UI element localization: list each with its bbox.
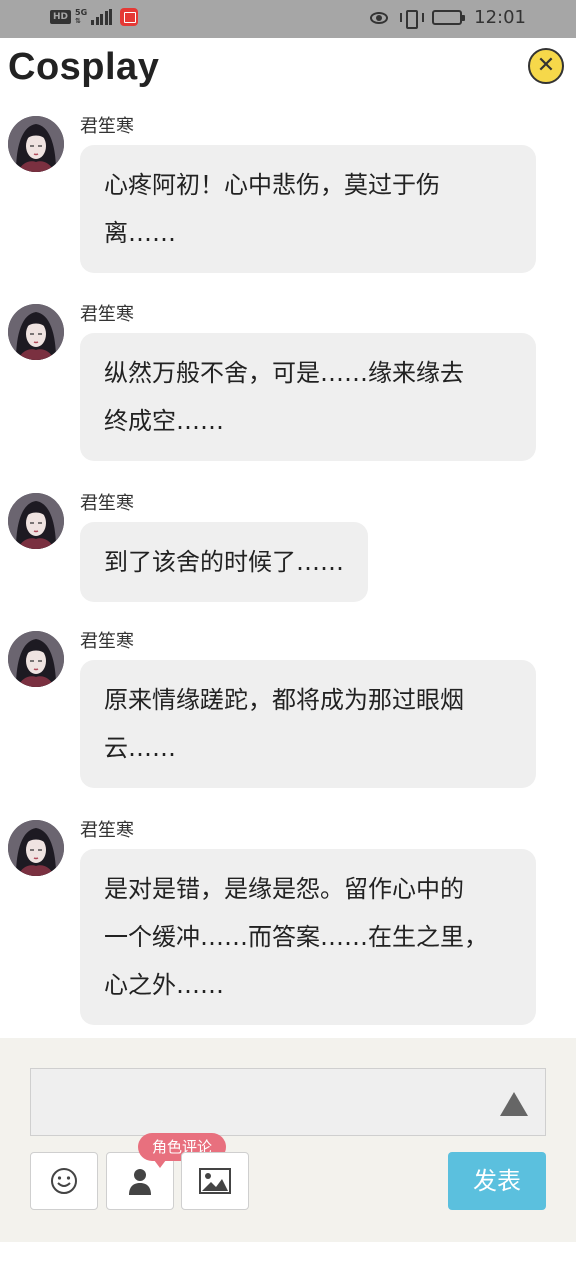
comment-composer: 角色评论 发表: [0, 1038, 576, 1242]
message-text: 是对是错，是缘是怨。留作心中的 一个缓冲……而答案……在生之里， 心之外……: [104, 875, 488, 999]
message-text: 纵然万般不舍，可是……缘来缘去 终成空……: [104, 359, 464, 435]
avatar[interactable]: [8, 304, 64, 360]
page-title: Cosplay: [8, 46, 160, 88]
status-right: 12:01: [370, 7, 526, 29]
battery-icon: [432, 10, 466, 25]
avatar[interactable]: [8, 116, 64, 172]
sender-name: 君笙寒: [80, 304, 134, 325]
sender-name: 君笙寒: [80, 820, 134, 841]
sender-name: 君笙寒: [80, 631, 134, 652]
signal-icon: [91, 9, 113, 25]
message-item: 君笙寒 是对是错，是缘是怨。留作心中的 一个缓冲……而答案……在生之里， 心之外…: [0, 804, 576, 1038]
sender-name: 君笙寒: [80, 116, 134, 137]
avatar[interactable]: [8, 820, 64, 876]
status-bar: HD 5G ⇅ 12:01: [0, 0, 576, 38]
bottom-area: [0, 1242, 576, 1280]
close-button[interactable]: ✕: [528, 48, 564, 84]
network-arrows-icon: ⇅: [75, 17, 81, 25]
message-text: 原来情缘蹉跎，都将成为那过眼烟 云……: [104, 686, 464, 762]
smiley-icon: [51, 1168, 77, 1194]
header: Cosplay ✕: [0, 38, 576, 100]
message-item: 君笙寒 心疼阿初！心中悲伤，莫过于伤 离……: [0, 100, 576, 288]
image-button[interactable]: [181, 1152, 249, 1210]
network-label: 5G: [75, 8, 88, 17]
eye-comfort-icon: [370, 11, 389, 24]
message-item: 君笙寒 原来情缘蹉跎，都将成为那过眼烟 云……: [0, 615, 576, 803]
message-list[interactable]: 君笙寒 心疼阿初！心中悲伤，莫过于伤 离…… 君笙寒 纵然万般不舍，可是……缘来…: [0, 100, 576, 1038]
person-icon: [129, 1169, 151, 1195]
message-bubble[interactable]: 原来情缘蹉跎，都将成为那过眼烟 云……: [80, 660, 536, 788]
message-text: 心疼阿初！心中悲伤，莫过于伤 离……: [104, 171, 440, 247]
image-icon: [199, 1168, 231, 1194]
avatar[interactable]: [8, 631, 64, 687]
close-icon: ✕: [536, 53, 556, 78]
clock: 12:01: [474, 7, 526, 28]
message-bubble[interactable]: 到了该舍的时候了……: [80, 522, 368, 602]
vibrate-icon: [400, 9, 425, 29]
hd-badge: HD: [50, 10, 72, 24]
network-indicator: 5G ⇅: [75, 8, 87, 26]
avatar[interactable]: [8, 493, 64, 549]
status-left: HD 5G ⇅: [50, 8, 139, 26]
comment-input[interactable]: [30, 1068, 546, 1136]
expand-arrow-icon[interactable]: [500, 1092, 528, 1116]
emoji-button[interactable]: [30, 1152, 98, 1210]
post-button[interactable]: 发表: [448, 1152, 546, 1210]
message-bubble[interactable]: 是对是错，是缘是怨。留作心中的 一个缓冲……而答案……在生之里， 心之外……: [80, 849, 536, 1025]
app-notification-icon: [120, 8, 139, 26]
sender-name: 君笙寒: [80, 493, 134, 514]
message-bubble[interactable]: 心疼阿初！心中悲伤，莫过于伤 离……: [80, 145, 536, 273]
message-item: 君笙寒 纵然万般不舍，可是……缘来缘去 终成空……: [0, 288, 576, 476]
message-bubble[interactable]: 纵然万般不舍，可是……缘来缘去 终成空……: [80, 333, 536, 461]
message-text: 到了该舍的时候了……: [104, 548, 344, 576]
message-item: 君笙寒 到了该舍的时候了……: [0, 477, 576, 617]
